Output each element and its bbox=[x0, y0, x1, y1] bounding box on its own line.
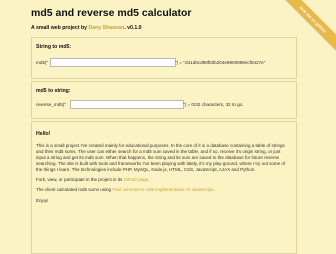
byline-prefix: A small web project by bbox=[31, 25, 88, 31]
credit-text: The client calculated md5 sums using bbox=[36, 187, 112, 192]
about-section: Hello! This is a small project I've crea… bbox=[31, 121, 297, 254]
github-link[interactable]: Github page bbox=[124, 177, 149, 182]
reverse-md5-section: md5 to string: reverse_md5(" ") = 0/32 c… bbox=[31, 81, 297, 119]
md5-section-title: String to md5: bbox=[36, 44, 72, 50]
reverse-section-title: md5 to string: bbox=[36, 88, 71, 94]
reverse-progress-note: ") = 0/32 characters, 32 to go. bbox=[183, 102, 244, 107]
hello-heading: Hello! bbox=[36, 131, 51, 137]
md5-result: ") = "d41d8cd98f00b204e9800998ecf8427e" bbox=[175, 60, 265, 65]
byline: A small web project by Dany Shaanan. v0.… bbox=[31, 25, 142, 31]
md5-input-label: md5(" bbox=[36, 60, 49, 65]
about-paragraph: This is a small project I've created mai… bbox=[36, 143, 286, 172]
page-title: md5 and reverse md5 calculator bbox=[31, 7, 192, 19]
github-paragraph: Fork, view, or participate in the projec… bbox=[36, 177, 286, 183]
credit-paragraph: The client calculated md5 sums using Pau… bbox=[36, 187, 286, 193]
md5-result-prefix: ") = bbox=[175, 60, 183, 65]
credit-suffix: . bbox=[212, 187, 214, 192]
md5-section: String to md5: md5(" ") = "d41d8cd98f00b… bbox=[31, 37, 297, 79]
reverse-md5-input[interactable] bbox=[70, 100, 184, 109]
github-text: Fork, view, or participate in the projec… bbox=[36, 177, 123, 182]
md5-result-value: "d41d8cd98f00b204e9800998ecf8427e" bbox=[183, 60, 266, 65]
reverse-input-label: reverse_md5(" bbox=[36, 102, 66, 107]
github-suffix: . bbox=[148, 177, 150, 182]
author-link[interactable]: Dany Shaanan bbox=[88, 25, 124, 31]
sign-off: Enjoy! bbox=[36, 198, 49, 203]
page: md5 and reverse md5 calculator A small w… bbox=[0, 0, 336, 254]
version-label: . v0.1.0 bbox=[124, 25, 142, 31]
md5-implementation-link[interactable]: Paul Johnston's md5 implementation in Ja… bbox=[112, 187, 212, 192]
md5-input[interactable] bbox=[50, 58, 176, 67]
